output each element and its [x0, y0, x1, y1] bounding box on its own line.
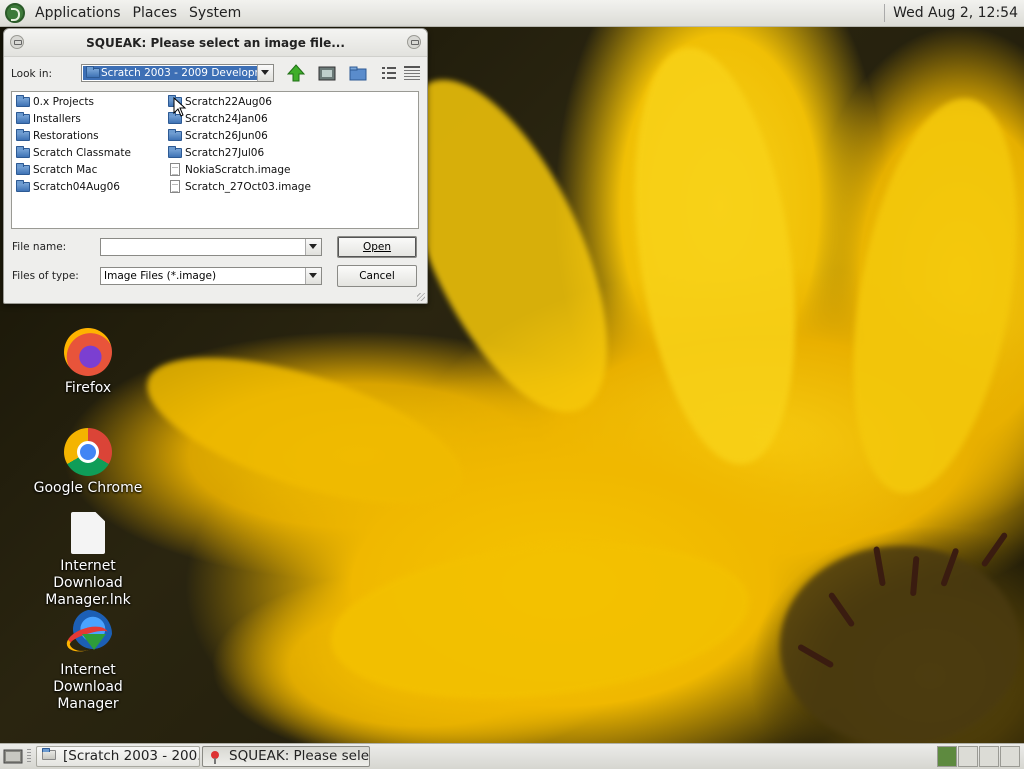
item-label: Scratch Classmate: [33, 147, 131, 159]
distro-logo-icon[interactable]: [5, 3, 25, 23]
workspace-3[interactable]: [979, 746, 999, 767]
menu-system[interactable]: System: [183, 5, 247, 21]
list-item[interactable]: Scratch Mac: [14, 162, 97, 178]
idm-icon: [64, 610, 112, 658]
list-item[interactable]: Scratch04Aug06: [14, 179, 120, 195]
item-label: 0.x Projects: [33, 96, 94, 108]
look-in-value: Scratch 2003 - 2009 Development: [101, 67, 257, 79]
list-item[interactable]: Scratch26Jun06: [166, 128, 268, 144]
folder-icon: [16, 180, 30, 192]
item-label: Scratch Mac: [33, 164, 98, 176]
chevron-down-icon[interactable]: [305, 268, 321, 284]
document-icon: [170, 180, 180, 193]
item-label: Restorations: [33, 130, 99, 142]
task-label: [Scratch 2003 - 200...: [63, 748, 200, 764]
desktop-icon-chrome[interactable]: Google Chrome: [23, 428, 153, 497]
home-folder-icon[interactable]: [317, 63, 337, 83]
new-folder-icon[interactable]: [348, 63, 368, 83]
stamen: [980, 531, 1009, 568]
show-desktop-icon[interactable]: [3, 748, 23, 765]
folder-icon: [16, 95, 30, 107]
folder-icon: [16, 112, 30, 124]
folder-icon: [168, 146, 182, 158]
bottom-taskbar: [Scratch 2003 - 200... SQUEAK: Please se…: [0, 743, 1024, 769]
desktop-icon-label: Internet Download Manager.lnk: [45, 558, 131, 608]
item-label: Scratch26Jun06: [185, 130, 268, 142]
chrome-icon: [64, 428, 112, 476]
workspace-2[interactable]: [958, 746, 978, 767]
squeak-icon: [211, 751, 219, 764]
clock[interactable]: Wed Aug 2, 12:54: [893, 5, 1018, 21]
folder-icon: [16, 163, 30, 175]
desktop-icon-idm-shortcut[interactable]: Internet Download Manager.lnk: [23, 510, 153, 609]
dialog-title: SQUEAK: Please select an image file...: [86, 36, 345, 50]
chevron-down-icon[interactable]: [257, 65, 273, 81]
dialog-titlebar[interactable]: SQUEAK: Please select an image file...: [4, 29, 427, 57]
file-name-label: File name:: [12, 241, 67, 253]
look-in-label: Look in:: [11, 68, 53, 80]
item-label: Scratch22Aug06: [185, 96, 272, 108]
open-button-label: Open: [362, 241, 392, 253]
petal: [611, 37, 819, 475]
panel-separator: [884, 4, 886, 22]
list-item[interactable]: Restorations: [14, 128, 99, 144]
task-squeak-dialog[interactable]: SQUEAK: Please sele...: [202, 746, 370, 767]
resize-grip-icon[interactable]: [417, 293, 425, 301]
petal: [323, 524, 757, 718]
list-item[interactable]: NokiaScratch.image: [166, 162, 291, 178]
firefox-icon: [64, 328, 112, 376]
details-view-icon[interactable]: [402, 63, 422, 83]
look-in-combobox[interactable]: Scratch 2003 - 2009 Development: [81, 64, 274, 82]
item-label: Scratch27Jul06: [185, 147, 265, 159]
open-button[interactable]: Open: [337, 236, 417, 258]
file-open-dialog: SQUEAK: Please select an image file... L…: [3, 28, 428, 304]
taskbar-handle[interactable]: [27, 749, 31, 764]
task-label: SQUEAK: Please sele...: [229, 748, 370, 764]
list-item[interactable]: Scratch Classmate: [14, 145, 131, 161]
desktop-icon-label: Firefox: [64, 380, 112, 396]
menu-places[interactable]: Places: [127, 5, 184, 21]
item-label: Installers: [33, 113, 81, 125]
list-item[interactable]: Installers: [14, 111, 81, 127]
list-view-icon[interactable]: [379, 63, 399, 83]
item-label: NokiaScratch.image: [185, 164, 291, 176]
desktop-icon-label: Google Chrome: [33, 480, 143, 496]
petal: [826, 86, 1024, 506]
flower-center: [780, 546, 1020, 743]
look-in-selected: Scratch 2003 - 2009 Development: [83, 66, 257, 80]
document-icon: [170, 163, 180, 176]
cancel-button-label: Cancel: [359, 270, 395, 282]
folder-icon: [16, 129, 30, 141]
list-item[interactable]: Scratch_27Oct03.image: [166, 179, 311, 195]
folder-icon: [86, 66, 100, 78]
files-of-type-label: Files of type:: [12, 270, 79, 282]
desktop-icon-firefox[interactable]: Firefox: [23, 328, 153, 397]
chevron-down-icon[interactable]: [305, 239, 321, 255]
workspace-4[interactable]: [1000, 746, 1020, 767]
files-of-type-select[interactable]: Image Files (*.image): [100, 267, 322, 285]
task-file-manager[interactable]: [Scratch 2003 - 200...: [36, 746, 200, 767]
list-item[interactable]: Scratch27Jul06: [166, 145, 264, 161]
item-label: Scratch24Jan06: [185, 113, 268, 125]
file-name-combobox[interactable]: [100, 238, 322, 256]
desktop-icon-label: Internet Download Manager: [53, 662, 123, 712]
item-label: Scratch_27Oct03.image: [185, 181, 311, 193]
cancel-button[interactable]: Cancel: [337, 265, 417, 287]
top-panel: Applications Places System Wed Aug 2, 12…: [0, 0, 1024, 27]
up-one-level-icon[interactable]: [286, 63, 306, 83]
workspace-1[interactable]: [937, 746, 957, 767]
petal: [131, 327, 479, 535]
file-list[interactable]: 0.x Projects Installers Restorations Scr…: [11, 91, 419, 229]
folder-icon: [42, 748, 56, 760]
mouse-pointer-icon: [173, 97, 187, 117]
list-item[interactable]: 0.x Projects: [14, 94, 94, 110]
folder-icon: [16, 146, 30, 158]
document-icon: [71, 512, 105, 554]
desktop-icon-idm[interactable]: Internet Download Manager: [23, 610, 153, 713]
window-collapse-icon[interactable]: [407, 35, 421, 49]
item-label: Scratch04Aug06: [33, 181, 120, 193]
folder-icon: [168, 129, 182, 141]
menu-applications[interactable]: Applications: [29, 5, 127, 21]
files-of-type-value: Image Files (*.image): [104, 270, 217, 282]
